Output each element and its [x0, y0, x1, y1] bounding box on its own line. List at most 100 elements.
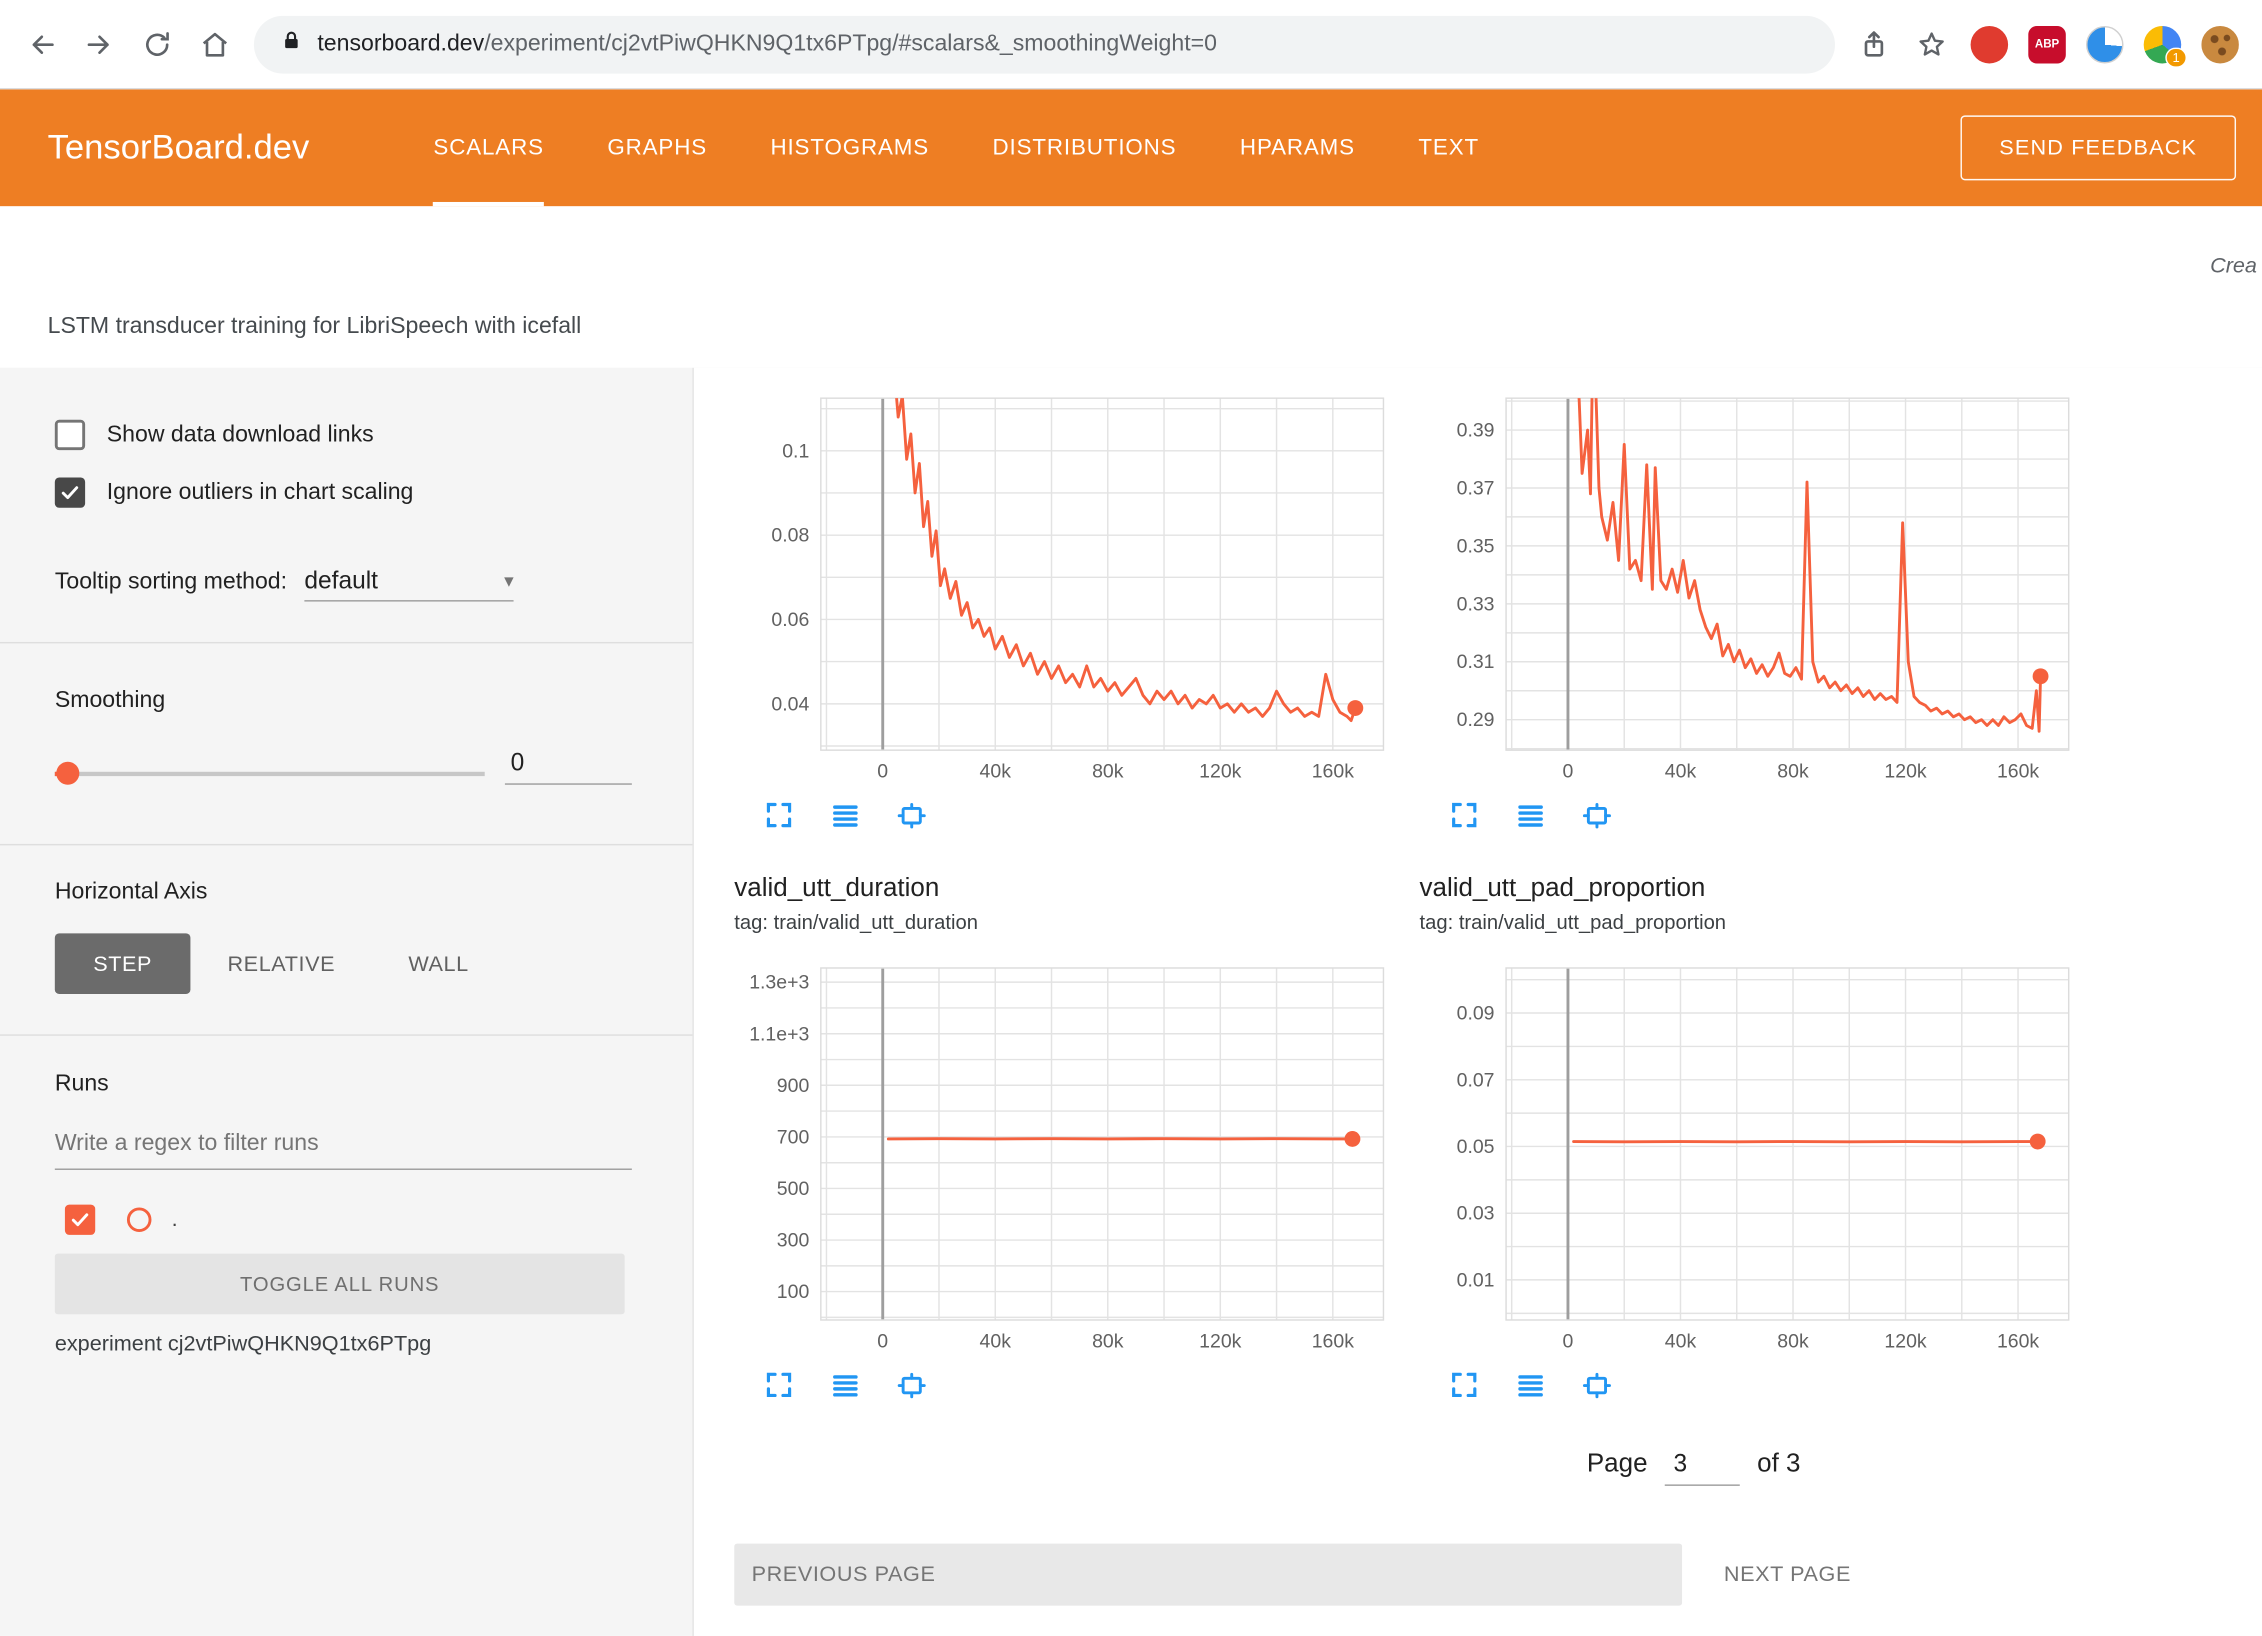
data-lines-icon[interactable]: [1515, 799, 1547, 831]
chart-tag: tag: train/valid_utt_duration: [734, 910, 1398, 945]
fullscreen-icon[interactable]: [763, 799, 795, 831]
smoothing-row: [55, 746, 635, 804]
show-download-links-row[interactable]: Show data download links: [55, 420, 635, 450]
share-icon[interactable]: [1855, 25, 1893, 63]
fit-domain-icon[interactable]: [896, 799, 928, 831]
tab-hparams[interactable]: HPARAMS: [1240, 89, 1355, 206]
smoothing-slider[interactable]: [55, 772, 485, 776]
show-download-links-checkbox[interactable]: [55, 420, 85, 450]
ignore-outliers-label: Ignore outliers in chart scaling: [107, 480, 414, 506]
toggle-all-runs-button[interactable]: TOGGLE ALL RUNS: [55, 1254, 625, 1315]
tab-histograms[interactable]: HISTOGRAMS: [770, 89, 929, 206]
runs-filter-input[interactable]: [55, 1125, 632, 1170]
show-download-links-label: Show data download links: [107, 422, 374, 448]
run-row[interactable]: .: [55, 1205, 635, 1235]
extension-blue-icon[interactable]: [2086, 25, 2124, 63]
svg-text:0.35: 0.35: [1457, 535, 1495, 557]
cookie-icon[interactable]: [2201, 25, 2239, 63]
line-chart[interactable]: 1003005007009001.1e+31.3e+3040k80k120k16…: [734, 959, 1398, 1360]
svg-text:0.05: 0.05: [1457, 1136, 1495, 1158]
address-bar[interactable]: tensorboard.dev/experiment/cj2vtPiwQHKN9…: [254, 15, 1835, 73]
data-lines-icon[interactable]: [1515, 1369, 1547, 1401]
tooltip-sort-label: Tooltip sorting method:: [55, 570, 287, 595]
svg-text:40k: 40k: [980, 1330, 1012, 1352]
runs-filter-row: [55, 1125, 635, 1170]
send-feedback-button[interactable]: SEND FEEDBACK: [1960, 115, 2236, 180]
extension-abp-icon[interactable]: ABP: [2028, 25, 2066, 63]
horizontal-axis-label: Horizontal Axis: [55, 880, 635, 906]
fullscreen-icon[interactable]: [1448, 799, 1480, 831]
created-text-clipped: Crea: [2210, 254, 2257, 279]
fit-domain-icon[interactable]: [1581, 799, 1613, 831]
data-lines-icon[interactable]: [829, 799, 861, 831]
svg-text:80k: 80k: [1777, 761, 1809, 783]
tooltip-sort-dropdown[interactable]: default▾: [304, 567, 513, 602]
runs-label: Runs: [55, 1072, 635, 1098]
forward-icon[interactable]: [81, 25, 119, 63]
svg-text:0.39: 0.39: [1457, 420, 1495, 442]
line-chart[interactable]: 0.010.030.050.070.09040k80k120k160k: [1420, 959, 2084, 1360]
chart-card-valid-utt-duration: valid_utt_duration tag: train/valid_utt_…: [734, 873, 1398, 1401]
fullscreen-icon[interactable]: [763, 1369, 795, 1401]
ignore-outliers-row[interactable]: Ignore outliers in chart scaling: [55, 478, 635, 508]
svg-text:0.31: 0.31: [1457, 651, 1495, 673]
svg-text:40k: 40k: [1665, 761, 1697, 783]
divider: [0, 844, 692, 845]
svg-text:120k: 120k: [1199, 761, 1241, 783]
run-checkbox[interactable]: [65, 1205, 95, 1235]
chart-actions: [1420, 1369, 2084, 1401]
chart-actions: [1420, 799, 2084, 831]
svg-text:120k: 120k: [1884, 761, 1926, 783]
tab-text[interactable]: TEXT: [1418, 89, 1479, 206]
page-of-label: of 3: [1757, 1448, 1800, 1478]
axis-wall-button[interactable]: WALL: [378, 933, 499, 994]
chart-title: valid_utt_pad_proportion: [1420, 873, 2084, 911]
tab-graphs[interactable]: GRAPHS: [607, 89, 707, 206]
chart-tag: tag: train/…: [1420, 368, 2084, 375]
profile-avatar[interactable]: 1: [2144, 25, 2182, 63]
ignore-outliers-checkbox[interactable]: [55, 478, 85, 508]
svg-text:1.1e+3: 1.1e+3: [749, 1023, 809, 1045]
slider-thumb[interactable]: [56, 762, 79, 785]
horizontal-axis-buttons: STEP RELATIVE WALL: [55, 933, 635, 994]
axis-relative-button[interactable]: RELATIVE: [202, 933, 361, 994]
smoothing-label: Smoothing: [55, 688, 635, 714]
svg-text:120k: 120k: [1199, 1330, 1241, 1352]
chart-title: valid_utt_duration: [734, 873, 1398, 911]
tensorboard-header: TensorBoard.dev SCALARS GRAPHS HISTOGRAM…: [0, 89, 2262, 206]
svg-text:300: 300: [777, 1230, 810, 1252]
fullscreen-icon[interactable]: [1448, 1369, 1480, 1401]
line-chart[interactable]: 0.290.310.330.350.370.39040k80k120k160k: [1420, 390, 2084, 791]
browser-toolbar: tensorboard.dev/experiment/cj2vtPiwQHKN9…: [0, 0, 2262, 89]
data-lines-icon[interactable]: [829, 1369, 861, 1401]
fit-domain-icon[interactable]: [896, 1369, 928, 1401]
pagination: Page of 3: [1587, 1447, 1801, 1486]
svg-text:160k: 160k: [1312, 761, 1354, 783]
page-number-input[interactable]: [1665, 1447, 1740, 1486]
tab-distributions[interactable]: DISTRIBUTIONS: [993, 89, 1177, 206]
svg-text:1.3e+3: 1.3e+3: [749, 972, 809, 994]
extension-red-icon[interactable]: [1971, 25, 2009, 63]
svg-text:0.01: 0.01: [1457, 1269, 1495, 1291]
tab-scalars[interactable]: SCALARS: [433, 89, 543, 206]
chart-actions: [734, 799, 1398, 831]
next-page-button[interactable]: NEXT PAGE: [1715, 1544, 1859, 1606]
previous-page-button[interactable]: PREVIOUS PAGE: [734, 1544, 1682, 1606]
axis-step-button[interactable]: STEP: [55, 933, 191, 994]
brand-logo[interactable]: TensorBoard.dev: [0, 89, 361, 206]
bookmark-star-icon[interactable]: [1913, 25, 1951, 63]
svg-text:40k: 40k: [980, 761, 1012, 783]
home-icon[interactable]: [196, 25, 234, 63]
line-chart[interactable]: 0.040.060.080.1040k80k120k160k: [734, 390, 1398, 791]
fit-domain-icon[interactable]: [1581, 1369, 1613, 1401]
svg-text:900: 900: [777, 1075, 810, 1097]
svg-text:80k: 80k: [1092, 761, 1124, 783]
svg-text:160k: 160k: [1312, 1330, 1354, 1352]
svg-text:80k: 80k: [1092, 1330, 1124, 1352]
smoothing-value-input[interactable]: [505, 746, 632, 785]
reload-icon[interactable]: [138, 25, 176, 63]
chevron-down-icon: ▾: [504, 570, 513, 593]
back-icon[interactable]: [23, 25, 61, 63]
divider: [0, 1034, 692, 1035]
main-nav: SCALARS GRAPHS HISTOGRAMS DISTRIBUTIONS …: [433, 89, 1479, 206]
